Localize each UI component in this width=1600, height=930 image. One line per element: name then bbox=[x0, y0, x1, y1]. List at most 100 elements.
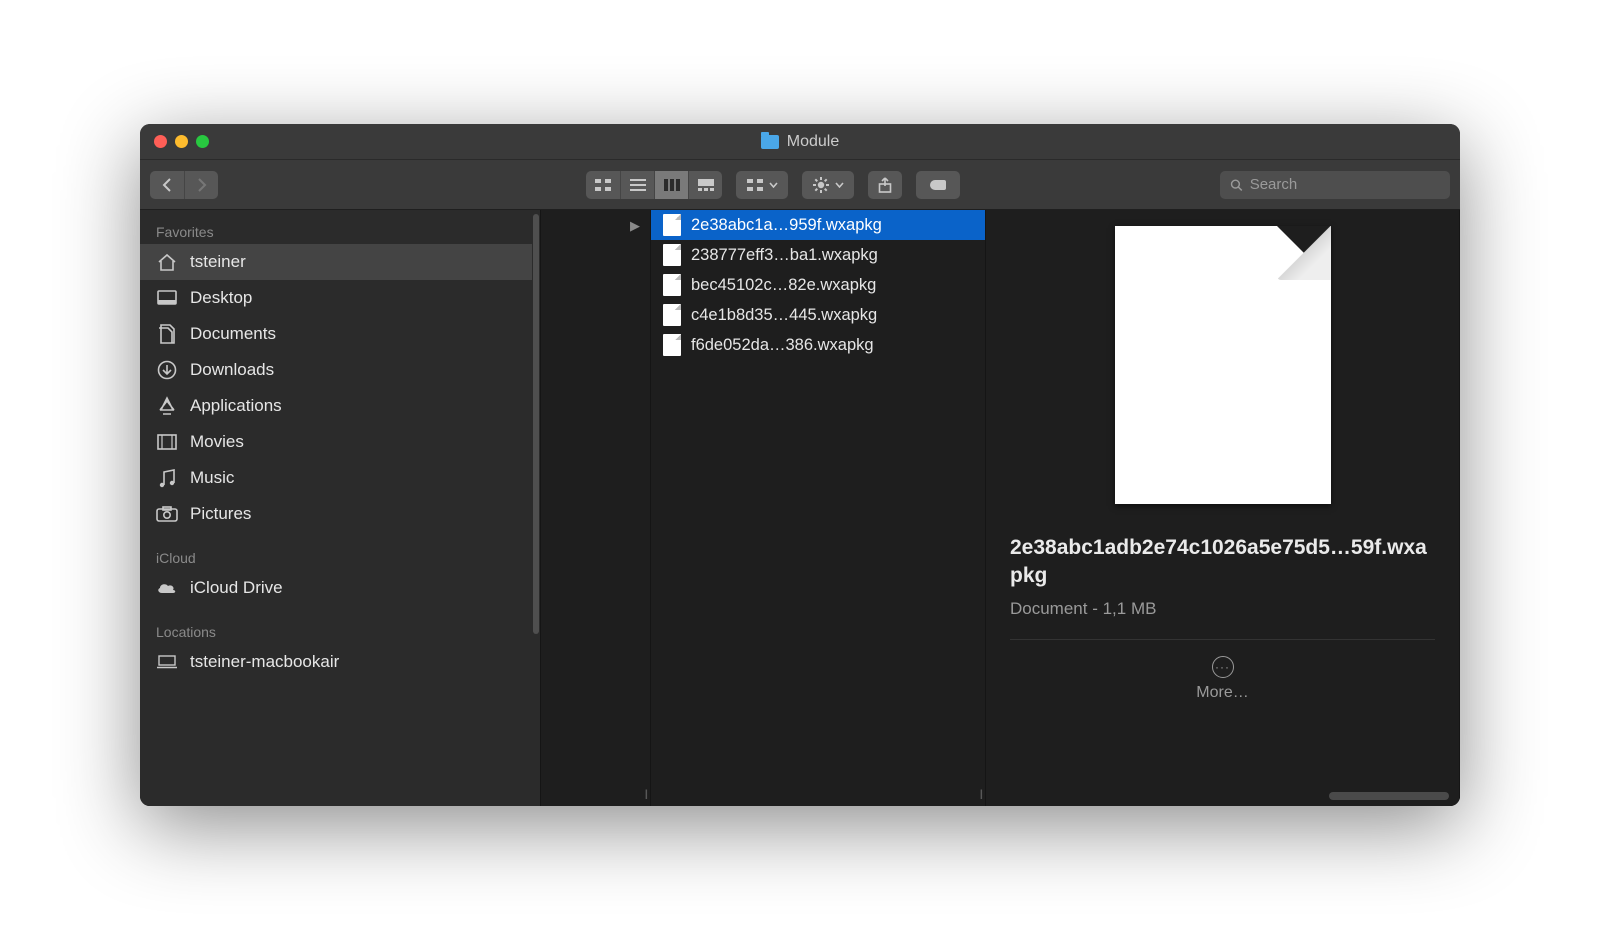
sidebar-section-title: Favorites bbox=[140, 216, 532, 244]
search-input[interactable] bbox=[1250, 176, 1440, 193]
window-controls bbox=[154, 135, 209, 148]
file-row[interactable]: c4e1b8d35…445.wxapkg bbox=[651, 300, 985, 330]
sidebar-scrollbar[interactable] bbox=[532, 210, 540, 806]
zoom-button[interactable] bbox=[196, 135, 209, 148]
home-icon bbox=[156, 252, 178, 272]
tags-button[interactable] bbox=[916, 171, 960, 199]
file-name: 238777eff3…ba1.wxapkg bbox=[691, 246, 878, 265]
file-row[interactable]: 2e38abc1a…959f.wxapkg bbox=[651, 210, 985, 240]
arrange-button[interactable] bbox=[736, 171, 788, 199]
movies-icon bbox=[156, 432, 178, 452]
folder-icon bbox=[761, 135, 779, 149]
search-field[interactable] bbox=[1220, 171, 1450, 199]
more-button[interactable]: ··· More… bbox=[1010, 656, 1435, 702]
applications-icon bbox=[156, 396, 178, 416]
gallery-view-button[interactable] bbox=[688, 171, 722, 199]
sidebar-section-title: Locations bbox=[140, 616, 532, 644]
sidebar-item-location[interactable]: tsteiner-macbookair bbox=[140, 644, 532, 680]
icon-view-button[interactable] bbox=[586, 171, 620, 199]
grid-icon bbox=[595, 179, 611, 191]
more-label: More… bbox=[1196, 684, 1248, 702]
parent-column: ▶ || bbox=[541, 210, 651, 806]
music-icon bbox=[156, 468, 178, 488]
preview-thumbnail bbox=[1010, 220, 1435, 534]
forward-button[interactable] bbox=[184, 171, 218, 199]
back-button[interactable] bbox=[150, 171, 184, 199]
file-name: c4e1b8d35…445.wxapkg bbox=[691, 306, 877, 325]
sidebar-item-label: Pictures bbox=[190, 504, 251, 524]
minimize-button[interactable] bbox=[175, 135, 188, 148]
disclosure-arrow-icon: ▶ bbox=[630, 218, 640, 234]
document-icon bbox=[663, 274, 681, 296]
column-resize-handle[interactable]: || bbox=[645, 789, 646, 800]
finder-window: Module bbox=[140, 124, 1460, 806]
ellipsis-icon: ··· bbox=[1212, 656, 1234, 678]
tag-icon bbox=[930, 180, 946, 190]
desktop-icon bbox=[156, 288, 178, 308]
sidebar-item-label: tsteiner bbox=[190, 252, 246, 272]
divider bbox=[1010, 639, 1435, 640]
chevron-down-icon bbox=[769, 182, 778, 188]
action-group bbox=[802, 171, 854, 199]
file-name: f6de052da…386.wxapkg bbox=[691, 336, 874, 355]
sidebar-item-label: Documents bbox=[190, 324, 276, 344]
document-icon bbox=[663, 334, 681, 356]
sidebar-item-icloud-drive[interactable]: iCloud Drive bbox=[140, 570, 532, 606]
sidebar-item-pictures[interactable]: Pictures bbox=[140, 496, 532, 532]
sidebar-item-applications[interactable]: Applications bbox=[140, 388, 532, 424]
view-mode-buttons bbox=[586, 171, 722, 199]
sidebar-item-documents[interactable]: Documents bbox=[140, 316, 532, 352]
sidebar-item-label: Movies bbox=[190, 432, 244, 452]
share-icon bbox=[878, 177, 892, 193]
file-row[interactable]: bec45102c…82e.wxapkg bbox=[651, 270, 985, 300]
sidebar-item-desktop[interactable]: Desktop bbox=[140, 280, 532, 316]
file-row[interactable]: f6de052da…386.wxapkg bbox=[651, 330, 985, 360]
search-icon bbox=[1230, 178, 1243, 192]
downloads-icon bbox=[156, 360, 178, 380]
cloud-icon bbox=[156, 578, 178, 598]
window-title: Module bbox=[140, 133, 1460, 151]
tags-group bbox=[916, 171, 960, 199]
grid-small-icon bbox=[747, 179, 763, 191]
document-icon bbox=[663, 244, 681, 266]
sidebar-item-label: Downloads bbox=[190, 360, 274, 380]
document-icon bbox=[663, 304, 681, 326]
column-resize-handle[interactable]: || bbox=[980, 789, 981, 800]
file-row[interactable]: 238777eff3…ba1.wxapkg bbox=[651, 240, 985, 270]
sidebar-item-movies[interactable]: Movies bbox=[140, 424, 532, 460]
sidebar-item-label: Music bbox=[190, 468, 234, 488]
horizontal-scrollbar[interactable] bbox=[1329, 792, 1449, 800]
sidebar-item-label: Applications bbox=[190, 396, 282, 416]
document-icon bbox=[663, 214, 681, 236]
share-button[interactable] bbox=[868, 171, 902, 199]
pictures-icon bbox=[156, 504, 178, 524]
sidebar-item-label: Desktop bbox=[190, 288, 252, 308]
sidebar-item-home[interactable]: tsteiner bbox=[140, 244, 532, 280]
laptop-icon bbox=[156, 652, 178, 672]
sidebar-item-downloads[interactable]: Downloads bbox=[140, 352, 532, 388]
toolbar bbox=[140, 160, 1460, 210]
column-browser: ▶ || 2e38abc1a…959f.wxapkg 238777eff3…ba… bbox=[540, 210, 1460, 806]
gallery-icon bbox=[698, 179, 714, 191]
window-title-text: Module bbox=[787, 133, 839, 151]
sidebar-item-music[interactable]: Music bbox=[140, 460, 532, 496]
document-preview-icon bbox=[1115, 226, 1331, 504]
list-view-button[interactable] bbox=[620, 171, 654, 199]
action-button[interactable] bbox=[802, 171, 854, 199]
sidebar-section-title: iCloud bbox=[140, 542, 532, 570]
window-body: Favorites tsteiner Desktop Documents Dow… bbox=[140, 210, 1460, 806]
sidebar-item-label: iCloud Drive bbox=[190, 578, 283, 598]
columns-icon bbox=[664, 179, 680, 191]
file-name: bec45102c…82e.wxapkg bbox=[691, 276, 876, 295]
title-bar: Module bbox=[140, 124, 1460, 160]
close-button[interactable] bbox=[154, 135, 167, 148]
documents-icon bbox=[156, 324, 178, 344]
gear-icon bbox=[813, 177, 829, 193]
column-view-button[interactable] bbox=[654, 171, 688, 199]
nav-buttons bbox=[150, 171, 218, 199]
arrange-group bbox=[736, 171, 788, 199]
scrollbar-thumb[interactable] bbox=[533, 214, 539, 634]
preview-column: 2e38abc1adb2e74c1026a5e75d5…59f.wxapkg D… bbox=[986, 210, 1460, 806]
sidebar-item-label: tsteiner-macbookair bbox=[190, 652, 339, 672]
file-name: 2e38abc1a…959f.wxapkg bbox=[691, 216, 882, 235]
